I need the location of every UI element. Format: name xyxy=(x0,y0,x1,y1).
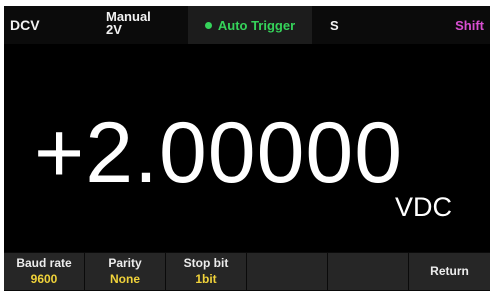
status-bar: DCV Manual 2V Auto Trigger S Shift xyxy=(4,6,490,44)
softkey-blank-4[interactable] xyxy=(247,253,328,290)
softkey-return[interactable]: Return xyxy=(409,253,490,290)
shift-indicator: Shift xyxy=(424,6,484,44)
softkey-stop-bit-label: Stop bit xyxy=(183,256,229,270)
softkey-stop-bit-value: 1bit xyxy=(195,272,217,286)
range-value-label: 2V xyxy=(106,22,122,37)
measurement-mode-label: DCV xyxy=(10,17,40,33)
range-indicator: Manual 2V xyxy=(106,6,176,44)
softkey-parity-value: None xyxy=(110,272,140,286)
shift-label: Shift xyxy=(455,17,484,33)
trigger-label: Auto Trigger xyxy=(217,17,296,33)
trigger-status-dot-icon xyxy=(204,21,212,29)
reading-unit: VDC xyxy=(395,192,453,222)
main-reading: +2.00000 xyxy=(34,105,404,201)
speed-indicator: S xyxy=(330,6,360,44)
softkey-baud-rate-value: 9600 xyxy=(30,272,58,286)
softkey-baud-rate[interactable]: Baud rate 9600 xyxy=(4,253,85,290)
softkey-parity[interactable]: Parity None xyxy=(85,253,166,290)
softkey-stop-bit[interactable]: Stop bit 1bit xyxy=(166,253,247,290)
softkey-blank-5[interactable] xyxy=(328,253,409,290)
softkey-parity-label: Parity xyxy=(108,256,142,270)
softkey-return-label: Return xyxy=(430,264,469,278)
speed-label: S xyxy=(330,17,339,33)
trigger-indicator: Auto Trigger xyxy=(188,6,312,44)
measurement-mode: DCV xyxy=(10,6,80,44)
softkey-baud-rate-label: Baud rate xyxy=(16,256,72,270)
multimeter-screen: DCV Manual 2V Auto Trigger S Shift +2.00… xyxy=(4,6,490,291)
softkey-bar: Baud rate 9600 Parity None Stop bit 1bit… xyxy=(4,252,490,291)
